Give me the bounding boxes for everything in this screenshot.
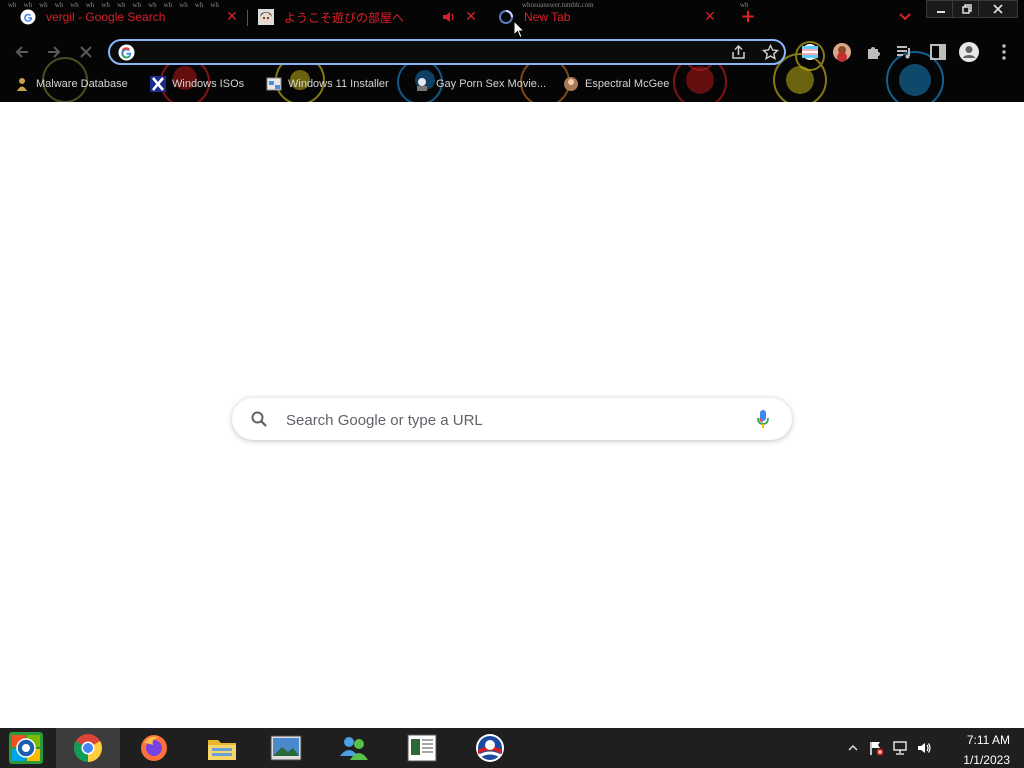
search-icon (251, 411, 267, 427)
network-icon[interactable] (892, 740, 908, 756)
taskbar-clock[interactable]: 7:11 AM 1/1/2023 (944, 732, 1010, 768)
tab-close-button[interactable]: ✕ (463, 9, 479, 25)
tab-search-chevron-icon[interactable] (898, 10, 912, 24)
photo-viewer-icon (270, 735, 302, 761)
network-people-icon (340, 737, 368, 760)
close-icon (993, 4, 1003, 14)
tab-new-tab[interactable]: New Tab (498, 4, 698, 30)
tab-playroom[interactable]: ようこそ遊びの部屋へ (258, 4, 438, 30)
taskbar-notepad[interactable] (390, 728, 454, 768)
show-hidden-icons-chevron-icon[interactable] (845, 740, 861, 756)
bookmark-windows-isos[interactable]: Windows ISOs (150, 75, 244, 93)
address-input[interactable] (146, 44, 730, 64)
taskbar-file-explorer[interactable] (190, 728, 254, 768)
loading-icon (499, 10, 513, 24)
taskbar-obama-logo-app[interactable] (458, 728, 522, 768)
anime-avatar-icon (258, 9, 274, 25)
side-panel-icon[interactable] (928, 42, 948, 62)
forward-arrow-icon[interactable] (44, 42, 64, 62)
bookmark-espectral-mcgee[interactable]: Espectral McGee (563, 75, 669, 93)
document-app-icon (407, 734, 437, 762)
volume-icon[interactable] (916, 740, 932, 756)
start-orb-icon[interactable] (8, 731, 44, 765)
bookmark-malware-database[interactable]: Malware Database (14, 75, 128, 93)
mouse-cursor-icon (513, 20, 525, 39)
menu-kebab-icon[interactable] (994, 42, 1014, 62)
bookmark-windows-11-installer[interactable]: Windows 11 Installer (266, 75, 389, 93)
taskbar-chrome[interactable] (56, 728, 120, 768)
obama-logo-icon (476, 734, 504, 762)
tab-title: New Tab (524, 10, 571, 24)
google-g-icon (20, 9, 36, 25)
ntp-search-input[interactable] (284, 409, 728, 431)
clock-time: 7:11 AM (966, 733, 1010, 747)
x-logo-icon (150, 76, 166, 92)
bookmark-label: Espectral McGee (585, 78, 670, 90)
windows-taskbar (0, 728, 1024, 768)
action-center-flag-icon[interactable] (868, 740, 884, 756)
tab-close-button[interactable]: ✕ (702, 9, 718, 25)
tab-google-search[interactable]: vergil - Google Search (20, 4, 230, 30)
taskbar-photos[interactable] (254, 728, 318, 768)
tab-strip: vergil - Google Search ✕ ようこそ遊びの部屋へ ✕ Ne… (0, 0, 1024, 34)
restore-icon (962, 4, 972, 14)
avatar-icon (564, 77, 578, 91)
bookmark-label: Windows 11 Installer (288, 78, 389, 90)
address-bar[interactable] (108, 39, 786, 65)
installer-icon (266, 77, 282, 91)
tab-title: vergil - Google Search (46, 10, 166, 24)
back-arrow-icon[interactable] (12, 42, 32, 62)
malware-icon (17, 78, 27, 91)
extensions-puzzle-icon[interactable] (864, 42, 884, 62)
new-tab-button[interactable]: + (738, 7, 758, 27)
firefox-icon (141, 735, 167, 761)
close-window-button[interactable] (978, 0, 1018, 18)
voice-search-mic-icon[interactable] (756, 409, 770, 429)
minimize-icon (937, 11, 945, 13)
avatar-extension-icon[interactable] (832, 42, 852, 62)
flag-extension-icon[interactable] (800, 42, 820, 62)
tab-title: ようこそ遊びの部屋へ (284, 10, 405, 25)
stop-loading-icon[interactable] (76, 42, 96, 62)
taskbar-firefox[interactable] (122, 728, 186, 768)
ntp-search-box[interactable] (232, 398, 792, 440)
share-icon[interactable] (730, 44, 747, 61)
chrome-icon (74, 734, 102, 762)
media-queue-icon[interactable] (894, 42, 914, 62)
tab-close-button[interactable]: ✕ (224, 9, 240, 25)
bookmark-star-icon[interactable] (762, 44, 779, 61)
bookmark-label: Malware Database (36, 78, 128, 90)
clock-date: 1/1/2023 (963, 753, 1010, 767)
bookmark-video[interactable]: Gay Porn Sex Movie... (414, 75, 546, 93)
speaker-icon[interactable] (442, 11, 456, 23)
folder-icon (208, 740, 236, 760)
google-g-icon (118, 44, 135, 61)
tab-separator (247, 10, 248, 26)
profile-avatar-icon[interactable] (958, 41, 980, 63)
taskbar-network-app[interactable] (322, 728, 386, 768)
bookmark-icon (417, 78, 427, 91)
bookmark-label: Windows ISOs (172, 78, 245, 90)
bookmark-label: Gay Porn Sex Movie... (436, 78, 547, 90)
